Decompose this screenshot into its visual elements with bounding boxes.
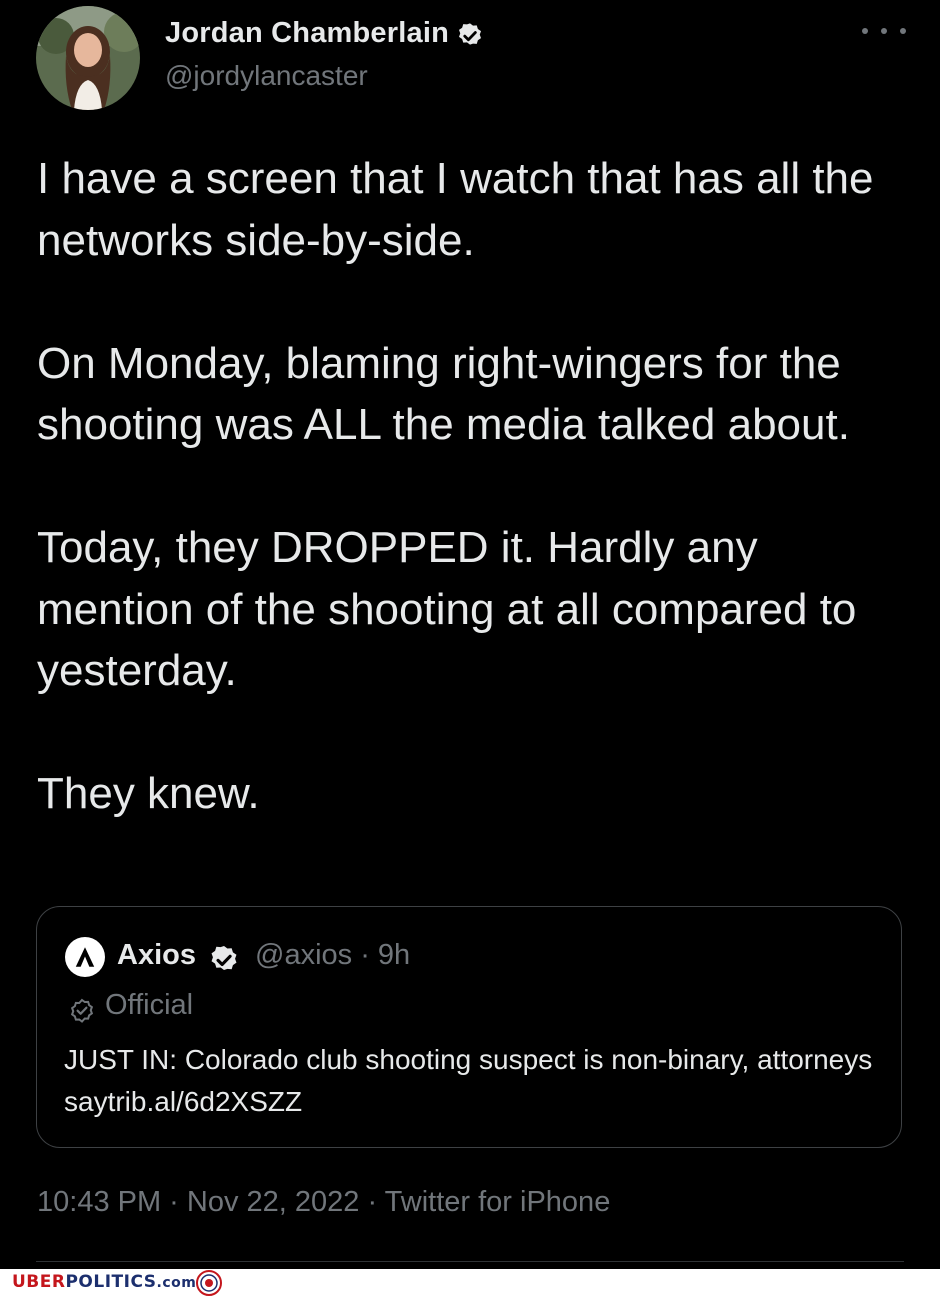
tweet-paragraph: They knew. [37,769,260,818]
quoted-handle-time[interactable]: @axios · 9h [255,939,410,972]
official-label: Official [105,989,194,1021]
tweet-paragraph: Today, they DROPPED it. Hardly any menti… [37,523,857,695]
more-options-icon[interactable] [862,16,906,46]
author-avatar[interactable] [36,6,140,110]
watermark-bar: UBERPOLITICS.com [0,1269,940,1296]
dot [862,28,868,34]
verified-badge-icon [455,19,485,49]
axios-logo-icon[interactable] [65,937,105,977]
tweet-paragraph: On Monday, blaming right-wingers for the… [37,338,850,450]
tweet-paragraph: I have a screen that I watch that has al… [37,154,874,265]
dot [900,28,906,34]
author-name-row[interactable]: Jordan Chamberlain [165,17,485,50]
divider [36,1261,904,1262]
official-badge-icon [67,995,97,1025]
watermark-logo: UBERPOLITICS.com [12,1272,196,1292]
quoted-tweet-card[interactable]: Axios @axios · 9h Official JUST IN: Colo… [36,906,902,1148]
watermark-uber: UBER [12,1272,66,1292]
watermark-politics: POLITICS [65,1272,157,1292]
watermark-com: .com [156,1275,197,1291]
author-display-name[interactable]: Jordan Chamberlain [165,17,449,50]
profile-photo [36,6,140,110]
watermark-seal-icon [196,1270,222,1296]
tweet-timestamp[interactable]: 10:43 PM · Nov 22, 2022 · Twitter for iP… [37,1186,610,1219]
verified-badge-icon [207,941,241,975]
author-handle[interactable]: @jordylancaster [165,60,368,92]
quoted-author-name[interactable]: Axios [117,939,196,972]
tweet-text: I have a screen that I watch that has al… [37,148,917,825]
quoted-tweet-text: JUST IN: Colorado club shooting suspect … [64,1044,873,1117]
dot [881,28,887,34]
